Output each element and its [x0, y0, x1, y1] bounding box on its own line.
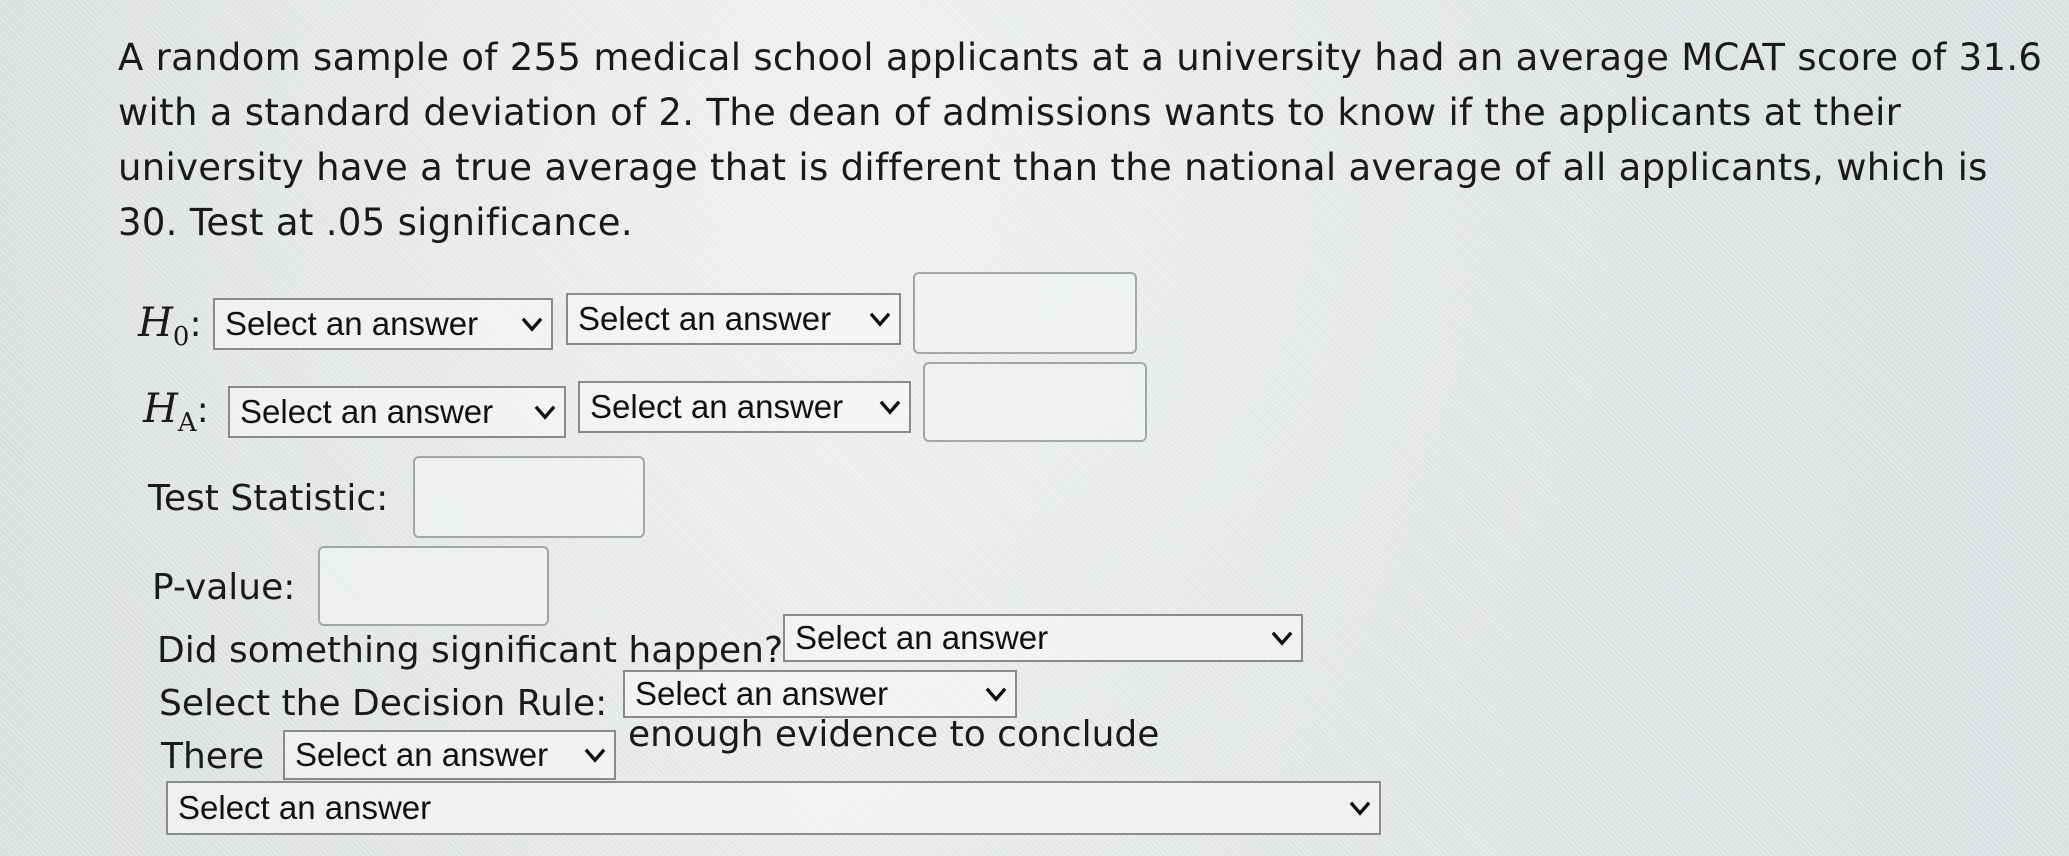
chevron-down-icon — [1349, 801, 1371, 816]
chevron-down-icon — [584, 748, 606, 763]
conclusion-evidence-select-value: Select an answer — [295, 736, 549, 773]
chevron-down-icon — [985, 687, 1007, 702]
ha-parameter-select-value: Select an answer — [240, 393, 494, 430]
h0-operator-select[interactable]: Select an answer — [566, 293, 901, 345]
ha-operator-select[interactable]: Select an answer — [578, 381, 911, 433]
ha-symbol: H — [143, 386, 178, 432]
conclusion-prefix: There — [161, 736, 265, 777]
ha-label: HA: — [143, 386, 209, 438]
ha-value-input[interactable] — [923, 362, 1147, 442]
question-text: A random sample of 255 medical school ap… — [118, 36, 2043, 244]
chevron-down-icon — [534, 405, 556, 420]
conclusion-final-select[interactable]: Select an answer — [166, 781, 1381, 835]
ha-operator-select-value: Select an answer — [590, 388, 844, 425]
p-value-label: P-value: — [152, 567, 296, 608]
chevron-down-icon — [879, 400, 901, 415]
ha-subscript: A — [177, 408, 197, 438]
chevron-down-icon — [521, 317, 543, 332]
decision-rule-label: Select the Decision Rule: — [159, 683, 608, 724]
h0-subscript: 0 — [172, 322, 190, 352]
test-statistic-label: Test Statistic: — [148, 478, 389, 519]
decision-rule-select[interactable]: Select an answer — [623, 670, 1017, 718]
chevron-down-icon — [869, 312, 891, 327]
h0-colon: : — [189, 304, 202, 345]
p-value-input[interactable] — [318, 546, 549, 626]
h0-parameter-select-value: Select an answer — [225, 305, 479, 342]
h0-label: H0: — [138, 300, 202, 352]
test-statistic-input[interactable] — [413, 456, 645, 538]
h0-value-input[interactable] — [913, 272, 1137, 354]
significance-label: Did something significant happen? — [157, 630, 784, 671]
conclusion-final-select-value: Select an answer — [178, 789, 432, 826]
h0-symbol: H — [138, 300, 173, 346]
ha-colon: : — [196, 390, 209, 431]
ha-parameter-select[interactable]: Select an answer — [228, 386, 566, 438]
significance-select-value: Select an answer — [795, 619, 1049, 656]
significance-select[interactable]: Select an answer — [783, 614, 1303, 662]
chevron-down-icon — [1271, 631, 1293, 646]
conclusion-evidence-select[interactable]: Select an answer — [283, 730, 616, 780]
conclusion-suffix: enough evidence to conclude — [628, 714, 1160, 755]
h0-parameter-select[interactable]: Select an answer — [213, 298, 553, 350]
h0-operator-select-value: Select an answer — [578, 300, 832, 337]
decision-rule-select-value: Select an answer — [635, 675, 889, 712]
